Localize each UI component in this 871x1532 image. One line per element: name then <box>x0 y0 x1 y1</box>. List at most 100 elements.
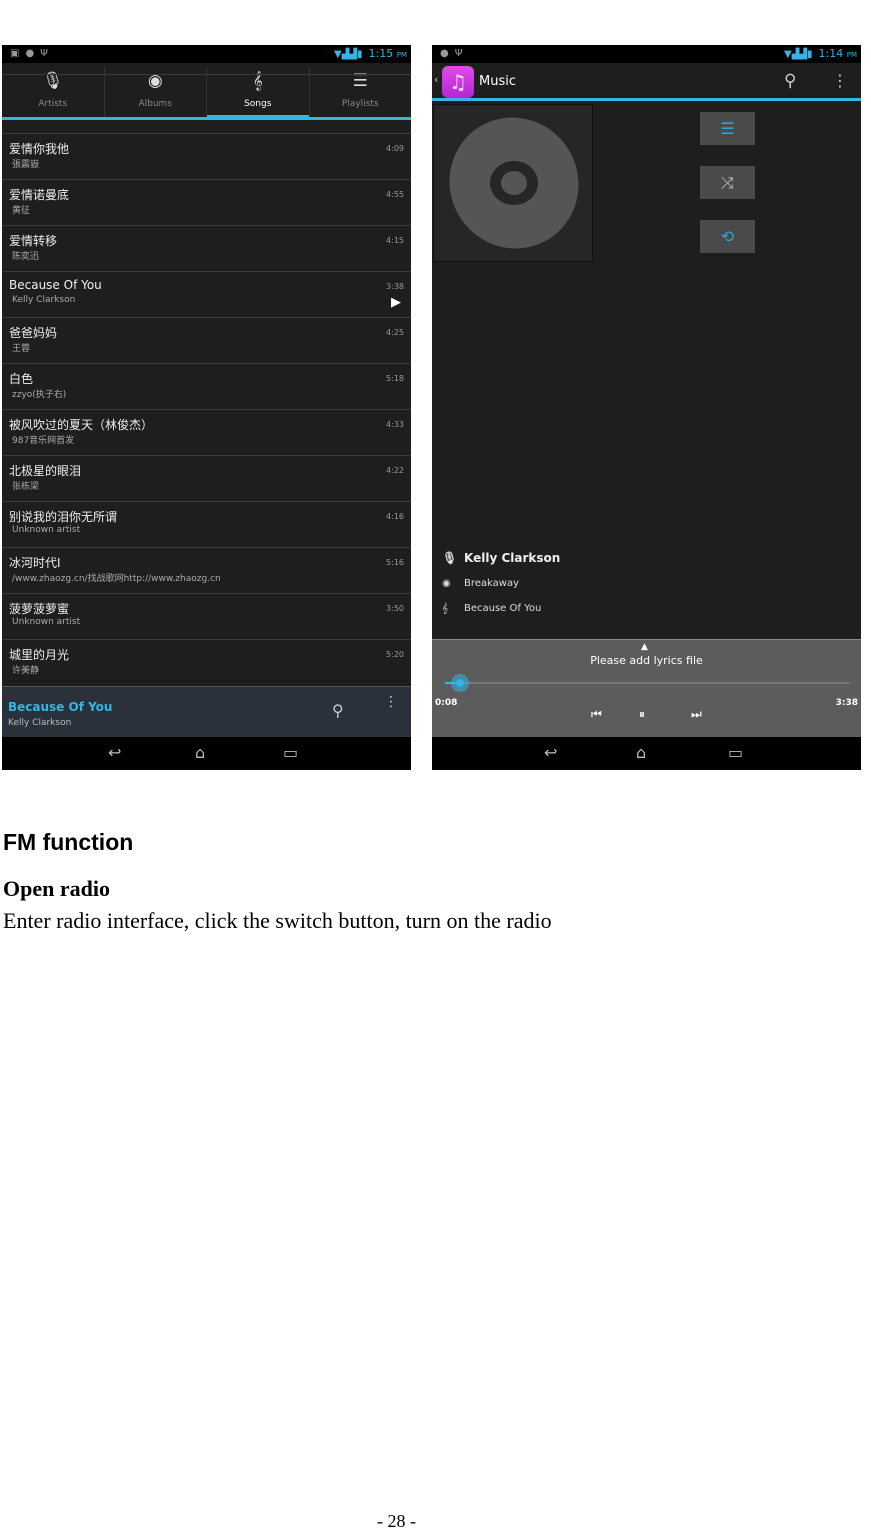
song-duration: 3:50 <box>386 604 404 613</box>
song-row[interactable]: 别说我的泪你无所谓 Unknown artist 4:16 <box>2 501 411 547</box>
song-artist: 張震嶽 <box>12 160 40 170</box>
artist-name: Kelly Clarkson <box>464 551 561 565</box>
notification-icons: ●Ψ <box>440 48 469 59</box>
album-art <box>433 104 593 262</box>
song-duration: 4:55 <box>386 190 404 199</box>
song-row[interactable]: 冰河时代Ⅰ/www.zhaozg.cn/找战歌网http://www.zhaoz… <box>2 547 411 593</box>
song-duration: 5:18 <box>386 374 404 383</box>
navigation-bar: ↩ ⌂ ▭ <box>2 737 411 770</box>
status-bar: ●Ψ ▼▟▟▮ 1:14 PM <box>432 45 861 63</box>
overflow-menu-icon[interactable]: ⋮ <box>384 695 398 709</box>
song-duration: 4:15 <box>386 236 404 245</box>
album-name: Breakaway <box>464 578 519 589</box>
seek-thumb[interactable] <box>450 674 469 692</box>
next-button[interactable]: ⏭ <box>691 707 702 722</box>
song-title: 菠萝菠萝蜜 <box>9 602 70 616</box>
song-row[interactable]: 爸爸妈妈 王蓉 4:25 <box>2 317 411 363</box>
shuffle-icon: ⤨ <box>721 173 734 192</box>
total-time: 3:38 <box>835 698 858 708</box>
song-title: Because Of You <box>9 278 102 292</box>
song-artist: 许美静 <box>12 666 40 676</box>
repeat-icon: ⟲ <box>720 227 735 246</box>
recent-apps-icon[interactable]: ▭ <box>728 743 743 762</box>
signal-icons: ▼▟▟▮ <box>783 49 813 60</box>
treble-clef-icon: 𝄞 <box>442 603 448 614</box>
microphone-icon: 🎙︎ <box>442 551 458 565</box>
song-title: 被风吹过的夏天（林俊杰） <box>9 418 154 432</box>
back-chevron-icon[interactable]: ‹ <box>434 73 438 86</box>
song-title: 城里的月光 <box>9 648 70 662</box>
song-title: 爱情你我他 <box>9 142 70 156</box>
song-row[interactable]: 白色 zzyo(执子右) 5:18 <box>2 363 411 409</box>
song-duration: 5:16 <box>386 558 404 567</box>
song-artist: 王蓉 <box>12 344 31 354</box>
lyrics-hint: Please add lyrics file <box>590 654 703 667</box>
song-row[interactable]: 北极星的眼泪张栋梁 4:22 <box>2 455 411 501</box>
shuffle-button[interactable]: ⤨ <box>700 166 755 199</box>
track-title: Because Of You <box>464 603 542 614</box>
recent-apps-icon[interactable]: ▭ <box>283 743 298 762</box>
song-row[interactable]: 爱情你我他張震嶽 4:09 <box>2 133 411 179</box>
song-title: 北极星的眼泪 <box>9 464 82 478</box>
home-icon[interactable]: ⌂ <box>636 743 646 762</box>
song-artist: Kelly Clarkson <box>12 295 76 305</box>
back-icon[interactable]: ↩ <box>108 743 121 762</box>
song-artist: Unknown artist <box>12 617 81 627</box>
now-playing-title: Because Of You <box>8 700 113 714</box>
songs-list-screenshot: ▣●Ψ ▼▟▟▮ 1:15 PM 🎙︎ Artists ◉ Albums 𝄞 Songs… <box>2 45 411 770</box>
app-title: Music <box>479 74 516 89</box>
status-bar: ▣●Ψ ▼▟▟▮ 1:15 PM <box>2 45 411 63</box>
search-icon[interactable]: ⚲ <box>332 701 344 720</box>
music-app-icon[interactable]: ♫ <box>442 66 474 98</box>
expand-lyrics-icon[interactable]: ▲ <box>641 642 648 652</box>
song-duration: 4:33 <box>386 420 404 429</box>
repeat-button[interactable]: ⟲ <box>700 220 755 253</box>
song-row[interactable]: 城里的月光许美静 5:20 <box>2 639 411 685</box>
list-item[interactable] <box>2 74 411 120</box>
player-screenshot: ●Ψ ▼▟▟▮ 1:14 PM ‹ ♫ Music ⚲ ⋮ ☰ ⤨ ⟲ 🎙︎ Kel… <box>432 45 861 770</box>
song-row[interactable]: 爱情转移 陈奕迅 4:15 <box>2 225 411 271</box>
lyrics-panel: ▲ Please add lyrics file 0:08 3:38 ⏮ ⏸ ⏭ <box>432 639 861 737</box>
song-title: 爸爸妈妈 <box>9 326 58 340</box>
playlist-icon: ☰ <box>720 119 735 138</box>
track-artist-line: 🎙︎ Kelly Clarkson <box>442 551 560 565</box>
song-artist: 987音乐网首发 <box>12 436 75 446</box>
playing-indicator-icon: ▶ <box>391 295 401 310</box>
previous-button[interactable]: ⏮ <box>591 707 602 722</box>
signal-icons: ▼▟▟▮ <box>333 49 363 60</box>
song-duration: 4:09 <box>386 144 404 153</box>
song-artist: 陈奕迅 <box>12 252 40 262</box>
song-duration: 4:16 <box>386 512 404 521</box>
home-icon[interactable]: ⌂ <box>195 743 205 762</box>
song-duration: 4:22 <box>386 466 404 475</box>
song-artist: zzyo(执子右) <box>12 390 67 400</box>
disc-placeholder-icon <box>449 117 579 249</box>
song-title: 别说我的泪你无所谓 <box>9 510 118 524</box>
status-time: 1:15 <box>368 47 394 60</box>
song-title: 爱情诺曼底 <box>9 188 70 202</box>
subsection-heading: Open radio <box>3 876 110 901</box>
section-heading: FM function <box>3 829 134 855</box>
song-row[interactable]: 菠萝菠萝蜜 Unknown artist 3:50 <box>2 593 411 639</box>
action-bar: ‹ ♫ Music ⚲ ⋮ <box>432 63 861 101</box>
now-playing-bar[interactable]: Because Of You Kelly Clarkson ⚲ ⋮ <box>2 686 411 737</box>
playlist-button[interactable]: ☰ <box>700 112 755 145</box>
status-time: 1:14 <box>818 47 844 60</box>
search-icon[interactable]: ⚲ <box>784 71 796 91</box>
status-ampm: PM <box>846 51 857 59</box>
pause-button[interactable]: ⏸ <box>639 707 645 722</box>
song-title: 冰河时代Ⅰ <box>9 556 61 570</box>
seek-bar[interactable] <box>445 674 850 692</box>
song-row[interactable]: Because Of You Kelly Clarkson 3:38 ▶ <box>2 271 411 317</box>
song-artist: 张栋梁 <box>12 482 40 492</box>
song-row[interactable]: 被风吹过的夏天（林俊杰） 987音乐网首发 4:33 <box>2 409 411 455</box>
notification-icons: ▣●Ψ <box>10 48 55 59</box>
song-duration: 5:20 <box>386 650 404 659</box>
song-artist: /www.zhaozg.cn/找战歌网http://www.zhaozg.cn <box>12 574 221 584</box>
status-ampm: PM <box>396 51 407 59</box>
overflow-menu-icon[interactable]: ⋮ <box>832 71 848 90</box>
song-title: 白色 <box>9 372 34 386</box>
disc-icon: ◉ <box>442 578 451 589</box>
song-row[interactable]: 爱情诺曼底 黄征 4:55 <box>2 179 411 225</box>
back-icon[interactable]: ↩ <box>544 743 557 762</box>
